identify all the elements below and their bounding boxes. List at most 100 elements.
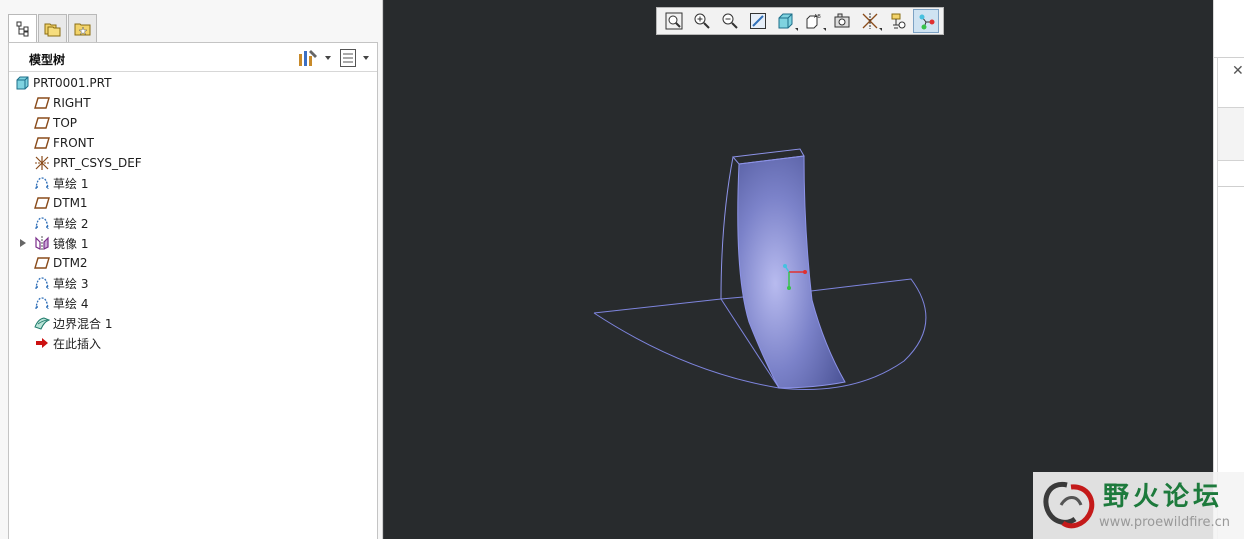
chevron-down-icon [879, 28, 882, 31]
folder-browser-icon [44, 23, 60, 36]
tree-settings-button[interactable] [297, 47, 339, 69]
tree-node-part[interactable]: PRT0001.PRT [13, 73, 373, 93]
zoom-out-button[interactable] [717, 9, 743, 33]
zoom-out-icon [722, 13, 738, 29]
watermark-url: www.proewildfire.cn [1099, 515, 1230, 530]
divider [1218, 186, 1244, 187]
datum-display-icon [862, 13, 878, 29]
tree-node-sketch-4[interactable]: 草绘 4 [13, 293, 373, 313]
tree-node-label: 镜像 1 [53, 236, 89, 251]
datum-plane-icon [34, 95, 50, 111]
sketch-icon [34, 295, 50, 311]
annotation-display-button[interactable] [885, 9, 911, 33]
repaint-icon [750, 13, 766, 29]
right-dialog-strip: ✕ [1213, 0, 1244, 539]
tree-node-label: PRT_CSYS_DEF [53, 156, 142, 170]
tree-node-sketch-2[interactable]: 草绘 2 [13, 213, 373, 233]
view-manager-button[interactable] [829, 9, 855, 33]
close-icon[interactable]: ✕ [1232, 63, 1244, 79]
sketch-icon [34, 275, 50, 291]
saved-orientations-icon: AB [806, 14, 821, 29]
datum-plane-icon [34, 195, 50, 211]
tree-node-datum-right[interactable]: RIGHT [13, 93, 373, 113]
dialog-section [1218, 107, 1244, 161]
tree-node-label: 边界混合 1 [53, 316, 113, 331]
svg-text:AB: AB [814, 14, 821, 20]
spin-center-icon [919, 14, 935, 30]
part-icon [14, 75, 30, 91]
tree-node-label: 草绘 2 [53, 216, 89, 231]
tree-node-label: PRT0001.PRT [33, 76, 112, 90]
insert-here-arrow-icon [34, 335, 50, 351]
chevron-down-icon [823, 28, 826, 31]
tree-node-insert-here[interactable]: 在此插入 [13, 333, 373, 353]
zoom-in-icon [694, 13, 710, 29]
refit-button[interactable] [661, 9, 687, 33]
watermark-title: 野火论坛 [1103, 482, 1224, 512]
chevron-down-icon [363, 56, 369, 60]
model-tree-panel: 模型树 PRT0001.PRT RIGHT TOP FRONT PRT_CSYS… [8, 42, 378, 539]
model-3d-view [593, 148, 927, 390]
favorites-icon [74, 23, 90, 35]
model-tree-header: 模型树 [9, 43, 377, 72]
tree-node-label: RIGHT [53, 96, 91, 110]
tree-node-label: DTM1 [53, 196, 88, 210]
datum-plane-icon [34, 135, 50, 151]
app-window: 模型树 PRT0001.PRT RIGHT TOP FRONT PRT_CSYS… [0, 0, 1244, 539]
chevron-down-icon [795, 28, 798, 31]
tree-node-dtm2[interactable]: DTM2 [13, 253, 373, 273]
watermark: 野火论坛 www.proewildfire.cn [1033, 472, 1244, 539]
zoom-in-button[interactable] [689, 9, 715, 33]
tree-node-label: FRONT [53, 136, 94, 150]
datum-plane-icon [34, 115, 50, 131]
navigator-panel: 模型树 PRT0001.PRT RIGHT TOP FRONT PRT_CSYS… [0, 0, 383, 539]
tree-node-label: 草绘 1 [53, 176, 89, 191]
expand-arrow-icon[interactable] [20, 239, 26, 247]
tree-columns-icon [340, 49, 356, 67]
saved-orientations-button[interactable]: AB [801, 9, 827, 33]
tab-favorites[interactable] [68, 14, 97, 42]
display-style-icon [778, 13, 793, 29]
csys-icon [34, 155, 50, 171]
tree-settings-icon [299, 50, 317, 66]
tree-node-label: DTM2 [53, 256, 88, 270]
mirror-icon [34, 235, 50, 251]
datum-plane-icon [34, 255, 50, 271]
display-style-button[interactable] [773, 9, 799, 33]
graphics-viewport[interactable]: AB [383, 0, 1213, 539]
tree-node-csys[interactable]: PRT_CSYS_DEF [13, 153, 373, 173]
model-tree-title: 模型树 [29, 53, 66, 67]
tree-node-label: 在此插入 [53, 336, 102, 351]
navigator-tabs [8, 14, 98, 43]
divider [1214, 57, 1244, 58]
tree-columns-button[interactable] [339, 47, 377, 69]
view-manager-icon [834, 13, 850, 28]
annotation-display-icon [891, 13, 906, 29]
tree-node-label: 草绘 4 [53, 296, 89, 311]
forum-logo-icon [1043, 481, 1095, 529]
view-toolbar: AB [656, 7, 944, 35]
tree-node-datum-top[interactable]: TOP [13, 113, 373, 133]
sketch-icon [34, 175, 50, 191]
chevron-down-icon [325, 56, 331, 60]
model-tree-icon [16, 21, 28, 37]
tree-node-boundary-blend-1[interactable]: 边界混合 1 [13, 313, 373, 333]
tree-node-label: 草绘 3 [53, 276, 89, 291]
datum-display-button[interactable] [857, 9, 883, 33]
vertical-edge [720, 156, 734, 300]
tab-model-tree[interactable] [8, 14, 37, 43]
tree-node-mirror-1[interactable]: 镜像 1 [13, 233, 373, 253]
tree-node-dtm1[interactable]: DTM1 [13, 193, 373, 213]
tree-node-label: TOP [53, 116, 78, 130]
model-tree-list: PRT0001.PRT RIGHT TOP FRONT PRT_CSYS_DEF… [13, 73, 373, 353]
spin-center-button[interactable] [913, 9, 939, 33]
tree-node-sketch-3[interactable]: 草绘 3 [13, 273, 373, 293]
sketch-icon [34, 215, 50, 231]
model-tree-tools [297, 47, 377, 69]
tab-folder-browser[interactable] [38, 14, 67, 42]
tree-node-sketch-1[interactable]: 草绘 1 [13, 173, 373, 193]
repaint-button[interactable] [745, 9, 771, 33]
refit-icon [665, 12, 683, 30]
tree-node-datum-front[interactable]: FRONT [13, 133, 373, 153]
boundary-blend-icon [34, 315, 50, 331]
